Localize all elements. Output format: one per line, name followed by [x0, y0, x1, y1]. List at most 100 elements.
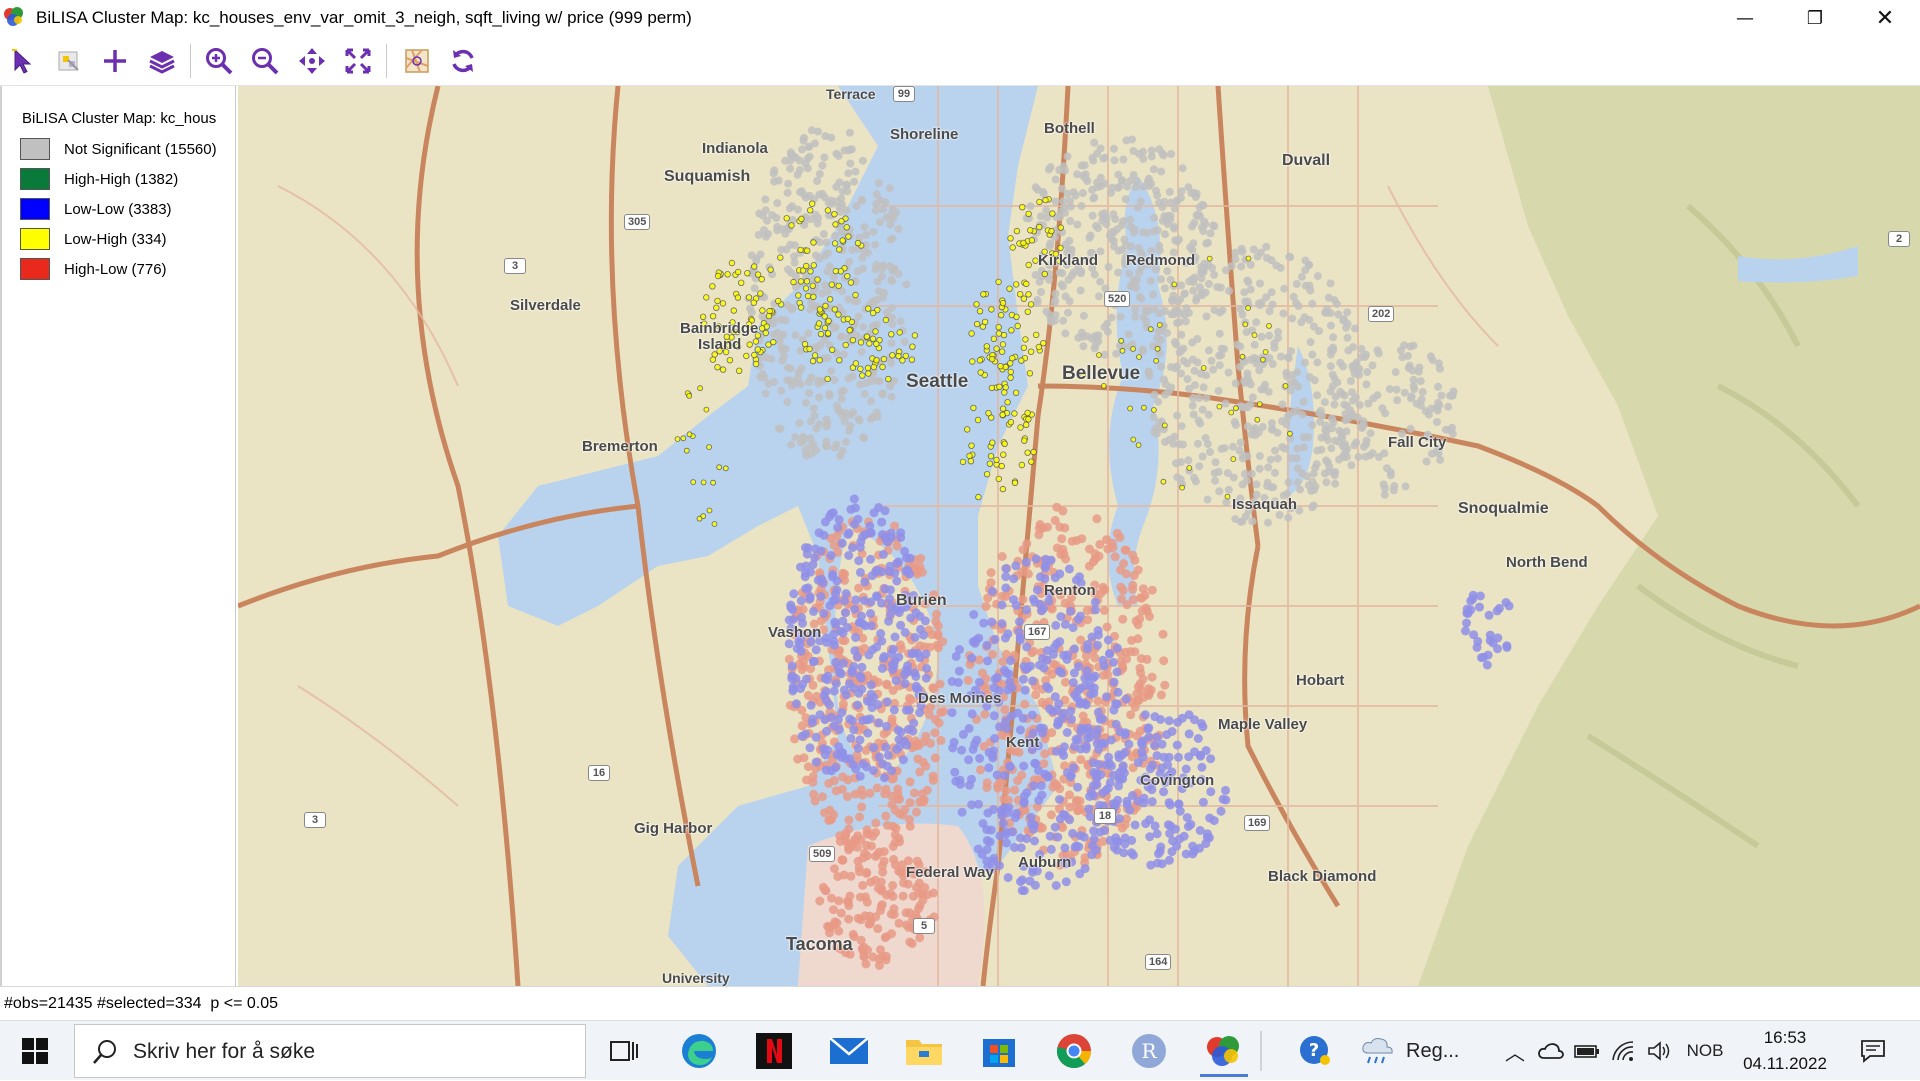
legend-item-low-low[interactable]: Low-Low (3383) [20, 198, 235, 220]
place-label: Des Moines [918, 690, 1002, 707]
not-significant-point [857, 347, 866, 356]
low-high-point [1025, 261, 1032, 269]
low-low-point [1032, 585, 1042, 595]
high-low-point [808, 771, 818, 781]
legend-item-high-low[interactable]: High-Low (776) [20, 258, 235, 280]
maximize-button[interactable]: ❐ [1780, 0, 1850, 36]
high-low-point [976, 765, 985, 775]
mail-icon [829, 1037, 869, 1064]
not-significant-point [1340, 442, 1349, 451]
onedrive-tray-icon[interactable] [1536, 1021, 1566, 1081]
taskbar-search-box[interactable]: Skriv her for å søke [74, 1024, 586, 1078]
status-bar: #obs=21435 #selected=334 p <= 0.05 [0, 986, 1920, 1020]
weather-widget[interactable]: Reg... [1360, 1021, 1490, 1081]
not-significant-point [1116, 312, 1125, 321]
taskbar-app-chrome[interactable] [1042, 1025, 1106, 1077]
volume-tray-icon[interactable] [1644, 1021, 1674, 1081]
legend-item-high-high[interactable]: High-High (1382) [20, 168, 235, 190]
input-language-indicator[interactable]: NOB [1680, 1021, 1730, 1081]
low-low-point [876, 629, 886, 638]
full-extent-tool-button[interactable] [341, 44, 375, 78]
not-significant-point [1065, 297, 1074, 306]
task-view-button[interactable] [592, 1025, 656, 1077]
basemap-tool-button[interactable] [400, 44, 434, 78]
not-significant-point [814, 213, 823, 222]
add-tool-button[interactable] [98, 44, 132, 78]
zoom-out-tool-button[interactable] [248, 44, 282, 78]
highway-shield: 169 [1244, 815, 1271, 831]
legend-label: Not Significant (15560) [64, 141, 217, 158]
low-high-point [999, 299, 1007, 307]
not-significant-point [1215, 329, 1224, 338]
not-significant-point [1270, 343, 1279, 352]
low-low-point [1052, 639, 1062, 649]
low-low-point [806, 700, 816, 710]
low-high-point [911, 332, 919, 339]
legend-item-low-high[interactable]: Low-High (334) [20, 228, 235, 250]
taskbar-app-r[interactable]: R [1117, 1025, 1181, 1077]
low-high-point [1216, 403, 1223, 410]
start-button[interactable] [0, 1021, 70, 1081]
zoom-in-tool-button[interactable] [202, 44, 236, 78]
not-significant-point [1179, 440, 1187, 449]
low-low-point [1475, 602, 1484, 612]
low-high-point [1041, 270, 1048, 278]
low-low-point [854, 556, 864, 566]
low-high-point [736, 367, 743, 374]
not-significant-point [873, 277, 882, 286]
high-low-point [1092, 514, 1102, 524]
not-significant-point [756, 250, 765, 259]
low-low-point [1084, 804, 1094, 814]
close-button[interactable]: ✕ [1850, 0, 1920, 36]
not-significant-point [1224, 485, 1233, 494]
place-label: Bellevue [1062, 363, 1141, 384]
low-high-point [1018, 357, 1025, 364]
low-low-point [1009, 574, 1019, 584]
taskbar-app-file-explorer[interactable] [892, 1025, 956, 1077]
high-low-point [1067, 536, 1077, 546]
low-low-point [1081, 741, 1091, 751]
taskbar-app-geoda[interactable] [1192, 1025, 1256, 1077]
taskbar-app-mail[interactable] [817, 1025, 881, 1077]
low-low-point [887, 766, 897, 776]
refresh-tool-button[interactable] [446, 44, 480, 78]
low-high-point [730, 307, 737, 314]
high-low-point [838, 855, 847, 865]
cluster-map-canvas[interactable]: Terrace Shoreline Bothell Duvall Indiano… [238, 86, 1920, 986]
notifications-button[interactable] [1850, 1021, 1896, 1081]
low-high-point [839, 237, 846, 244]
not-significant-point [1125, 269, 1134, 278]
select-tool-button[interactable] [6, 44, 40, 78]
taskbar-app-edge[interactable] [667, 1025, 731, 1077]
low-high-point [1025, 210, 1032, 218]
low-low-point [990, 734, 1000, 743]
battery-tray-icon[interactable] [1572, 1021, 1602, 1081]
wifi-tray-icon[interactable] [1608, 1021, 1638, 1081]
not-significant-point [1308, 299, 1317, 308]
select-all-tool-button[interactable] [52, 44, 86, 78]
low-low-point [877, 517, 887, 527]
low-high-point [765, 312, 773, 320]
low-high-point [1256, 401, 1263, 408]
low-low-point [866, 609, 875, 618]
taskbar-clock[interactable]: 16:53 04.11.2022 [1730, 1025, 1840, 1077]
help-tray-button[interactable]: ? [1290, 1021, 1340, 1081]
not-significant-point [1343, 452, 1351, 461]
not-significant-point [1076, 269, 1085, 278]
not-significant-point [1415, 363, 1424, 372]
layers-tool-button[interactable] [145, 44, 179, 78]
not-significant-point [1220, 444, 1229, 453]
low-low-point [982, 836, 992, 845]
low-low-point [1101, 785, 1111, 795]
not-significant-point [1173, 473, 1182, 482]
minimize-button[interactable]: — [1710, 0, 1780, 36]
not-significant-point [1427, 404, 1436, 413]
show-hidden-icons-button[interactable]: ︿ [1500, 1021, 1530, 1081]
legend-item-not-significant[interactable]: Not Significant (15560) [20, 138, 235, 160]
taskbar-app-netflix[interactable] [742, 1025, 806, 1077]
high-low-point [1147, 585, 1157, 595]
low-low-point [832, 750, 842, 760]
pan-tool-button[interactable] [295, 44, 329, 78]
taskbar-app-store[interactable] [967, 1025, 1031, 1077]
not-significant-point [1044, 165, 1053, 174]
